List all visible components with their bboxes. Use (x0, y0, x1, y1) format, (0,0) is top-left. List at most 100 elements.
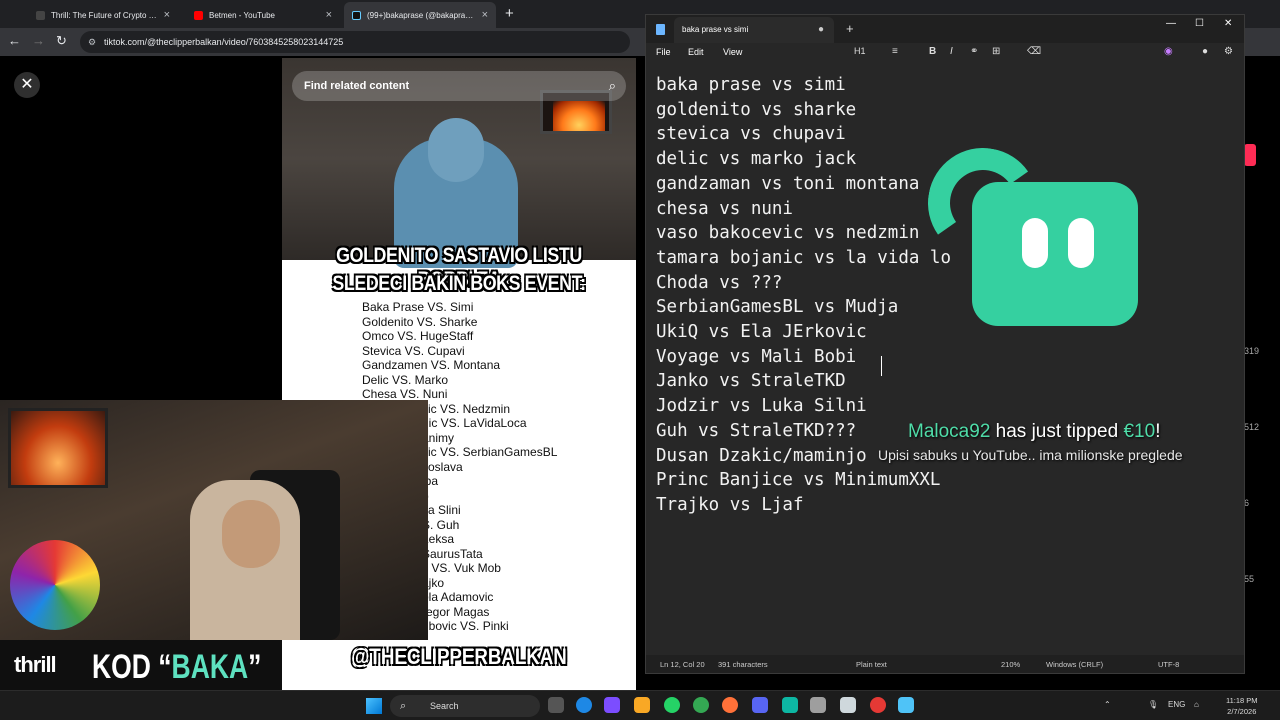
tray-chevron-icon[interactable]: ⌃ (1104, 700, 1111, 709)
mascot-eye-right (1068, 218, 1094, 268)
search-icon: ⌕ (400, 700, 407, 712)
tipper-name: Maloca92 (908, 421, 991, 442)
webcam-head (222, 500, 280, 568)
notepad-line: goldenito vs sharke (656, 99, 857, 120)
webcam-ball (10, 540, 100, 630)
notepad-app-icon (656, 24, 665, 35)
close-window-button[interactable]: ✕ (1224, 18, 1232, 29)
notepad-line: Janko vs StraleTKD (656, 371, 846, 392)
task-view-icon[interactable] (548, 697, 564, 713)
italic-icon[interactable]: I (950, 46, 953, 57)
fight-list-item: c VS. Vuk Mob (422, 561, 501, 575)
firefox-icon[interactable] (722, 697, 738, 713)
unsaved-dot-icon[interactable]: ● (818, 17, 824, 43)
clear-format-icon[interactable]: ⌫ (1027, 46, 1041, 57)
chrome-icon[interactable] (693, 697, 709, 713)
address-bar[interactable]: ⚙ tiktok.com/@theclipperbalkan/video/760… (80, 31, 630, 53)
clock[interactable]: 11:18 PM 2/7/2026 (1226, 695, 1258, 717)
discord-icon[interactable] (752, 697, 768, 713)
account-icon[interactable]: ● (1202, 46, 1208, 57)
copilot-app-icon[interactable] (604, 697, 620, 713)
notepad-line: Princ Banjice vs MinimumXXL (656, 470, 941, 491)
notepad-line: Jodzir vs Luka Silni (656, 396, 867, 417)
whatsapp-icon[interactable] (664, 697, 680, 713)
app-icon[interactable] (782, 697, 798, 713)
find-related-search[interactable]: Find related content ⌕ (292, 71, 626, 101)
tip-alert: Maloca92 has just tipped €10! (908, 421, 1161, 442)
video-watermark: @THECLIPPERBALKAN (351, 644, 567, 669)
language-indicator[interactable]: ENG (1168, 700, 1185, 709)
fight-list-item: Chesa VS. Nuni (362, 387, 448, 401)
link-icon[interactable]: ⚭ (970, 46, 978, 57)
copilot-icon[interactable]: ◉ (1164, 46, 1173, 57)
menu-view[interactable]: View (723, 47, 742, 57)
mascot-logo-overlay (919, 139, 1140, 328)
close-tab-icon[interactable]: × (164, 9, 170, 21)
close-tab-icon[interactable]: × (326, 9, 332, 21)
browser-tab-youtube[interactable]: Betmen - YouTube × (186, 2, 340, 28)
bold-icon[interactable]: B (929, 46, 936, 57)
back-arrow-icon[interactable]: ← (8, 34, 21, 48)
search-icon[interactable]: ⌕ (609, 71, 616, 101)
close-tab-icon[interactable]: × (482, 9, 488, 21)
close-video-button[interactable]: ✕ (14, 72, 40, 98)
notepad-line: SerbianGamesBL vs Mudja (656, 297, 899, 318)
edge-icon[interactable] (576, 697, 592, 713)
list-icon[interactable]: ≡ (892, 46, 898, 57)
notepad-title-bar: baka prase vs simi ● + — ☐ ✕ (646, 15, 1244, 43)
site-info-icon[interactable]: ⚙ (88, 31, 96, 53)
fight-list-item: Baka Prase VS. Simi (362, 300, 474, 314)
fight-list-item: ubovic VS. Pinki (422, 619, 509, 633)
fight-list-item: koslava (422, 459, 463, 474)
notepad-line: Dusan Dzakic/maminjo (656, 445, 867, 466)
line-ending[interactable]: Windows (CRLF) (1046, 660, 1103, 669)
calculator-icon[interactable] (840, 697, 856, 713)
settings-icon[interactable] (810, 697, 826, 713)
like-count: 319 (1244, 346, 1260, 356)
minimize-button[interactable]: — (1166, 18, 1176, 29)
heading-dropdown[interactable]: H1 (854, 46, 866, 56)
fight-list-item: vic VS. Nedzmin (422, 401, 511, 416)
encoding[interactable]: UTF-8 (1158, 660, 1179, 669)
cursor-position: Ln 12, Col 20 (660, 660, 705, 669)
maximize-button[interactable]: ☐ (1195, 18, 1204, 29)
share-count: 55 (1244, 574, 1255, 584)
taskbar: ⌕ Search ⌃ 🎙 ENG ⌂ 11:18 PM 2/7/2026 (0, 690, 1280, 720)
browser-tab-tiktok[interactable]: (99+)bakaprase (@bakaprase) | × (344, 2, 496, 28)
notepad-line: baka prase vs simi (656, 75, 846, 95)
recording-app-icon[interactable] (870, 697, 886, 713)
file-explorer-icon[interactable] (634, 697, 650, 713)
notepad-window: baka prase vs simi ● + — ☐ ✕ File Edit V… (645, 14, 1245, 674)
text-format[interactable]: Plain text (856, 660, 887, 669)
red-action-button[interactable] (1244, 144, 1256, 166)
start-button[interactable] (366, 698, 382, 714)
new-tab-button[interactable]: + (505, 5, 514, 22)
forward-arrow-icon[interactable]: → (32, 34, 45, 48)
text-caret (881, 356, 882, 376)
brand-logo: thrill (14, 652, 57, 677)
notepad-status-bar: Ln 12, Col 20 391 characters Plain text … (646, 655, 1244, 673)
notepad-new-tab-button[interactable]: + (846, 21, 854, 36)
youtube-favicon-icon (194, 10, 203, 20)
fight-list-item: nic VS. LaVidaLoca (422, 416, 527, 430)
browser-tab-thrill[interactable]: Thrill: The Future of Crypto Casi × (28, 2, 178, 28)
reload-icon[interactable]: ↻ (56, 34, 67, 48)
menu-file[interactable]: File (656, 47, 671, 57)
notepad-line: chesa vs nuni (656, 198, 793, 219)
webcam-overlay (0, 400, 428, 640)
taskbar-search[interactable]: ⌕ Search (390, 695, 540, 717)
fight-list-item: Omco VS. HugeStaff (362, 329, 474, 343)
mascot-eye-left (1022, 218, 1048, 268)
microphone-icon[interactable]: 🎙 (1148, 700, 1158, 709)
table-icon[interactable]: ⊞ (992, 46, 1000, 57)
notepad-line: gandzaman vs toni montana (656, 173, 920, 194)
network-icon[interactable]: ⌂ (1194, 700, 1199, 709)
settings-gear-icon[interactable]: ⚙ (1224, 46, 1233, 57)
fight-list-item: Stevica VS. Cupavi (362, 343, 465, 358)
notepad-taskbar-icon[interactable] (898, 697, 914, 713)
zoom-level[interactable]: 210% (1001, 660, 1020, 669)
notepad-tab[interactable]: baka prase vs simi ● (674, 17, 834, 43)
fight-list-item: vic VS. SerbianGamesBL (422, 445, 558, 459)
menu-edit[interactable]: Edit (688, 47, 704, 57)
fight-list-item: ola Adamovic (422, 590, 494, 604)
